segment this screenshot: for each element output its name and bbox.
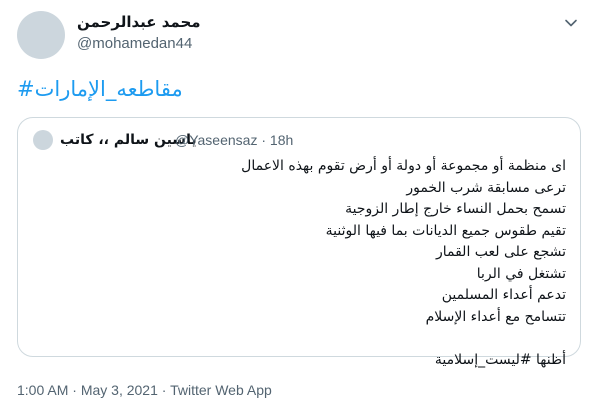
quoted-text-line: تسمح بحمل النساء خارج إطار الزوجية (345, 201, 566, 217)
tweet-time[interactable]: 1:00 AM (17, 382, 68, 398)
quoted-tweet-text: اى منظمة أو مجموعة أو دولة أو أرض تقوم ب… (32, 156, 566, 371)
quoted-tweet-header: ياسين سالم ،، كاتب @Yaseensaz · 18h (33, 130, 565, 150)
tweet-meta: 1:00 AM · May 3, 2021 · Twitter Web App (17, 381, 272, 399)
quoted-author-handle: @Yaseensaz · 18h (175, 132, 294, 148)
quoted-time: 18h (269, 132, 294, 148)
quoted-text-line (32, 328, 566, 350)
quoted-text-line: تشتغل في الربا (476, 265, 566, 282)
quoted-text-line: اى منظمة أو مجموعة أو دولة أو أرض تقوم ب… (241, 158, 566, 174)
meta-separator: · (72, 382, 77, 398)
author-handle[interactable]: @mohamedan44 (77, 35, 192, 53)
avatar[interactable] (17, 11, 65, 59)
tweet-source[interactable]: Twitter Web App (170, 382, 272, 398)
quoted-text-line: تتسامح مع أعداء الإسلام (425, 308, 566, 325)
quoted-text-line: أظنها #ليست_إسلامية (434, 351, 566, 368)
meta-separator: · (161, 382, 167, 398)
hashtag-link[interactable]: #مقاطعه_الإمارات (17, 76, 183, 102)
chevron-down-icon (565, 19, 577, 27)
quoted-handle-text: @Yaseensaz (175, 132, 258, 148)
quoted-text-line: تشجع على لعب القمار (435, 244, 566, 260)
quoted-avatar (33, 130, 53, 150)
quoted-tweet[interactable]: ياسين سالم ،، كاتب @Yaseensaz · 18h اى م… (17, 117, 581, 368)
more-options-button[interactable] (562, 14, 580, 32)
quoted-text-line: ترعى مسابقة شرب الخمور (406, 179, 566, 196)
author-name[interactable]: محمد عبدالرحمن (77, 13, 201, 31)
quoted-text-line: تقيم طقوس جميع الديانات بما فيها الوثنية (325, 222, 566, 239)
tweet-date[interactable]: May 3, 2021 (81, 382, 158, 398)
quoted-text-line: تدعم أعداء المسلمين (441, 287, 566, 303)
